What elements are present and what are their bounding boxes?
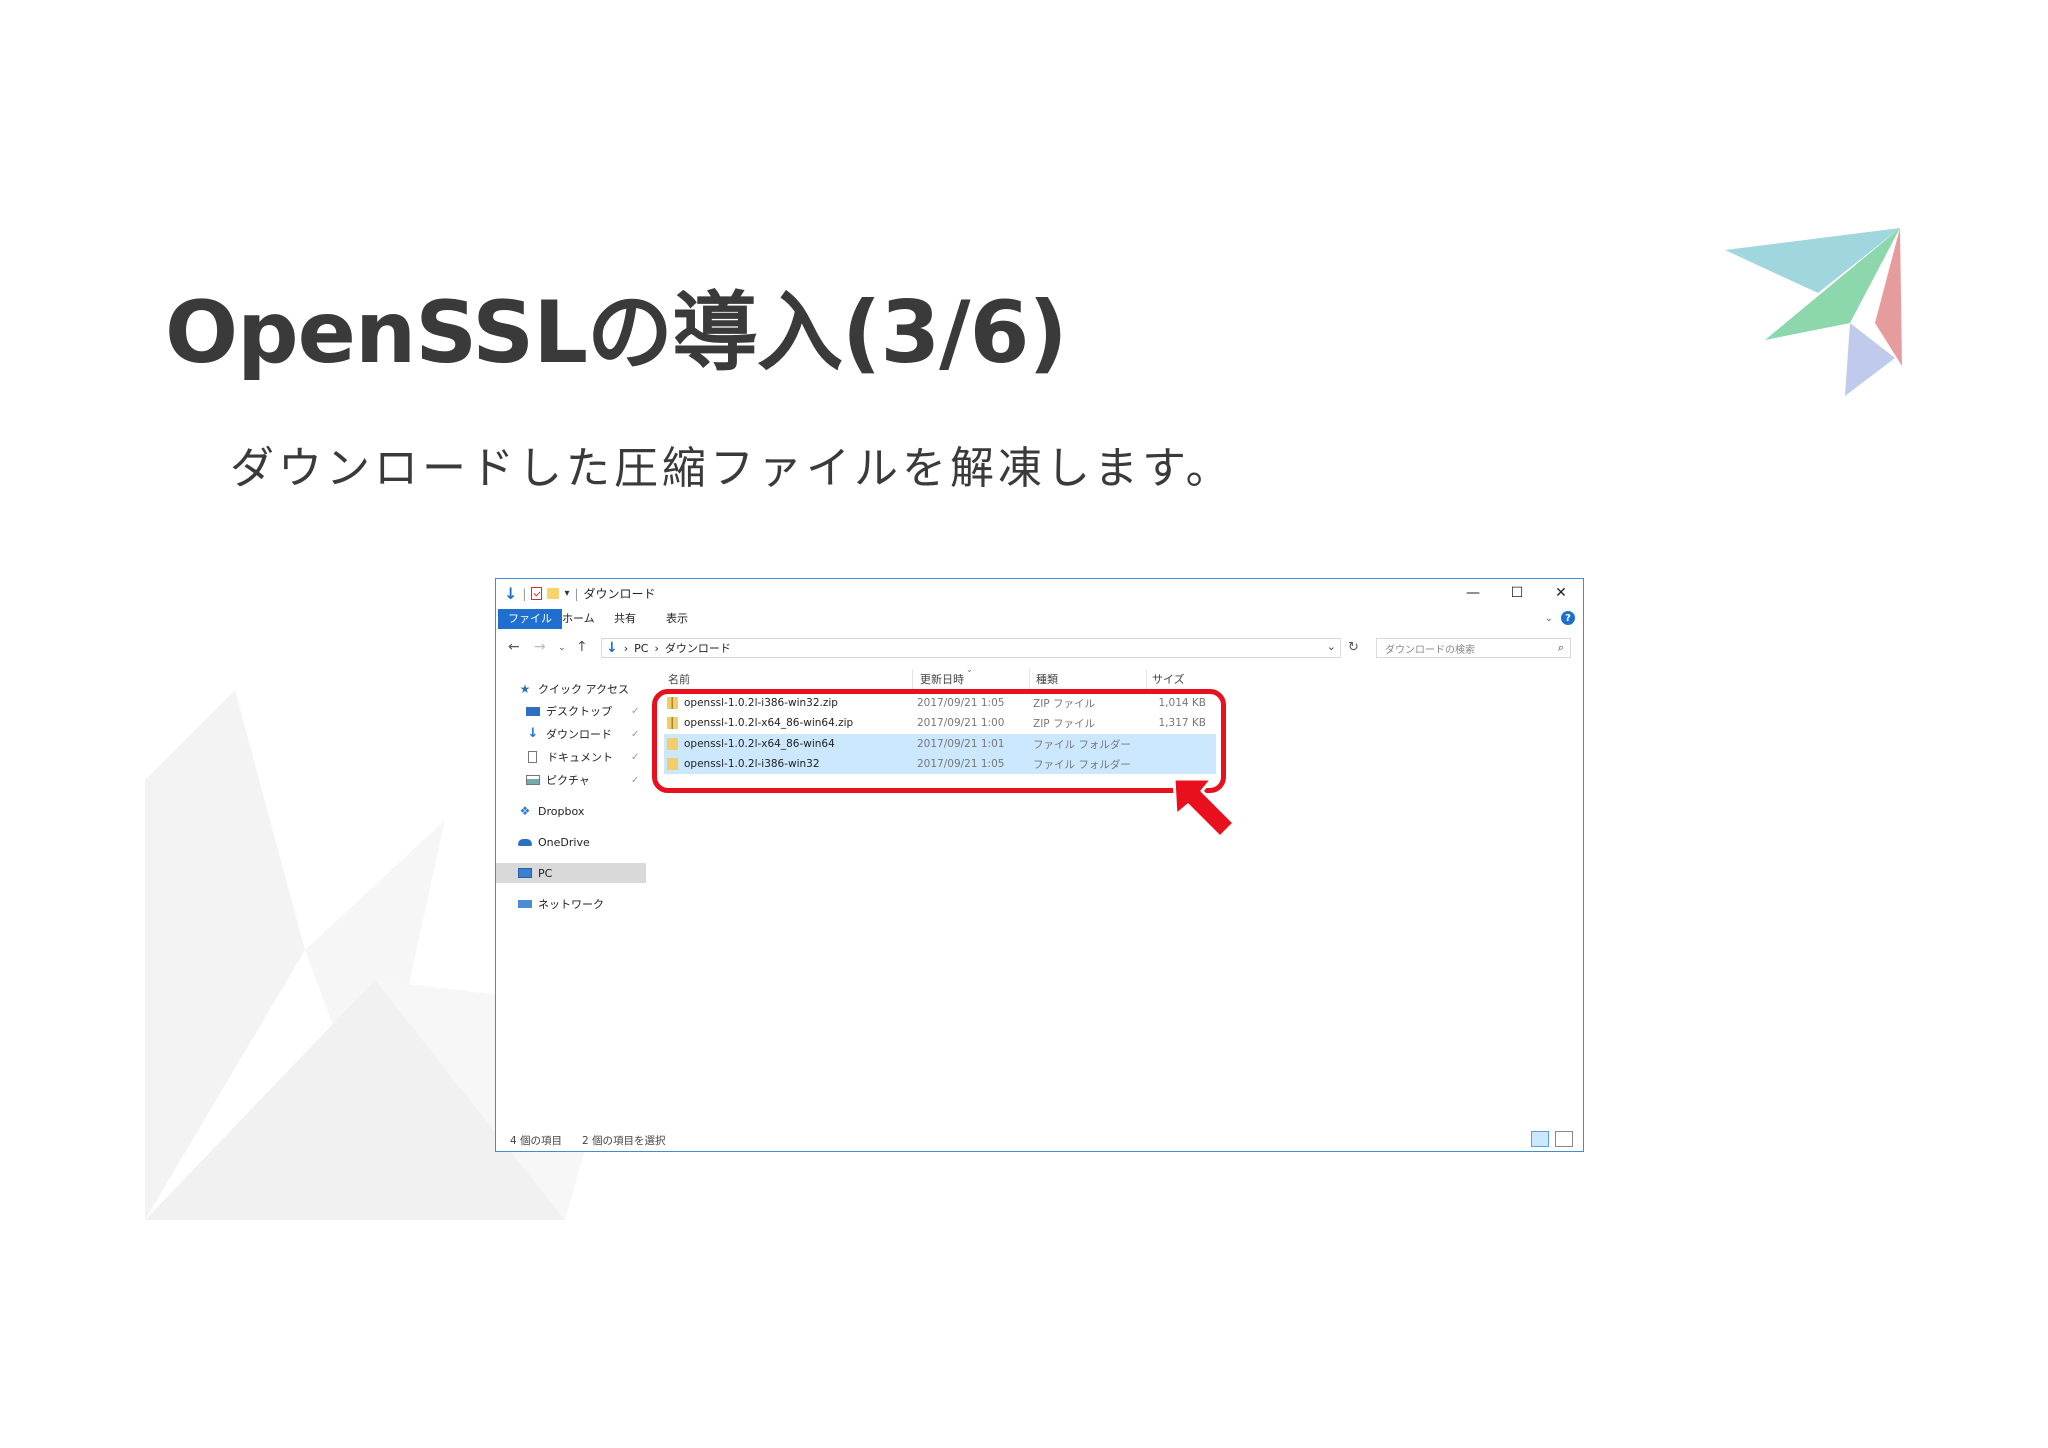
column-header-type[interactable]: 種類 [1036,671,1058,687]
refresh-icon[interactable]: ↻ [1348,640,1359,655]
dropbox-icon: ❖ [519,804,531,818]
forward-arrow-icon[interactable]: → [534,639,546,655]
download-icon: ↓ [527,726,539,741]
computer-icon [518,868,532,878]
tab-home[interactable]: ホーム [552,609,605,629]
slide-subtitle: ダウンロードした圧縮ファイルを解凍します。 [230,443,1234,494]
window-title: ダウンロード [583,587,656,601]
sidebar-item-pc[interactable]: PC [496,863,646,883]
selected-count: 2 個の項目を選択 [582,1135,666,1147]
star-icon: ★ [519,682,531,696]
details-view-icon[interactable] [1531,1131,1549,1147]
column-divider[interactable] [912,669,913,689]
column-divider[interactable] [1146,669,1147,689]
desktop-icon [526,706,540,716]
maximize-button[interactable]: ☐ [1495,579,1539,607]
red-pointer-arrow-icon [1172,777,1236,839]
toolbar-separator: | [574,586,579,601]
search-input[interactable]: ダウンロードの検索 ⌕ [1376,638,1571,658]
navigation-pane: ★ クイック アクセス デスクトップ ✓ ↓ ダウンロード ✓ ドキュメント ✓… [496,679,646,1121]
close-button[interactable]: ✕ [1539,579,1583,607]
back-arrow-icon[interactable]: ← [508,639,520,655]
address-history-dropdown-icon[interactable]: ⌄ [1327,640,1336,653]
file-explorer-window: ↓ | ▾ | ダウンロード — ☐ ✕ ファイル ホーム 共有 表示 ⌄ ? … [495,578,1584,1152]
red-highlight-box [652,689,1226,793]
properties-icon[interactable] [531,587,543,600]
pin-icon[interactable]: ✓ [631,775,639,786]
sidebar-item-downloads[interactable]: ↓ ダウンロード ✓ [496,724,646,744]
pictures-icon [526,775,540,785]
sidebar-item-label: ネットワーク [538,898,604,911]
sidebar-item-label: クイック アクセス [538,683,629,696]
title-bar: ↓ | ▾ | ダウンロード — ☐ ✕ [496,579,1583,607]
quick-access-toolbar: ↓ | ▾ | ダウンロード [504,585,656,602]
breadcrumb-separator: › [623,641,629,655]
sidebar-item-network[interactable]: ネットワーク [496,894,646,914]
pin-icon[interactable]: ✓ [631,752,639,763]
tab-view[interactable]: 表示 [656,609,698,629]
item-count: 4 個の項目 [510,1135,563,1147]
toolbar-separator: | [522,586,527,601]
breadcrumb-downloads[interactable]: ダウンロード [665,640,731,656]
sidebar-item-quick-access[interactable]: ★ クイック アクセス [496,679,646,699]
window-controls: — ☐ ✕ [1451,579,1583,607]
expand-ribbon-icon[interactable]: ⌄ [1545,613,1553,624]
recent-locations-dropdown-icon[interactable]: ⌄ [558,643,566,653]
sidebar-item-label: Dropbox [538,804,585,818]
downloads-location-icon: ↓ [606,640,618,656]
sidebar-item-label: ピクチャ [546,774,590,787]
sidebar-item-label: デスクトップ [546,705,612,718]
ribbon: ファイル ホーム 共有 表示 ⌄ ? [496,607,1583,631]
search-icon: ⌕ [1557,641,1564,654]
column-divider[interactable] [1029,669,1030,689]
status-bar: 4 個の項目 2 個の項目を選択 [496,1127,1583,1151]
slide-title: OpenSSLの導入(3/6) [165,283,1068,383]
search-placeholder: ダウンロードの検索 [1385,644,1475,656]
sidebar-item-label: OneDrive [538,835,590,849]
column-header-size[interactable]: サイズ [1152,671,1185,687]
breadcrumb-separator: › [654,641,659,655]
sidebar-item-pictures[interactable]: ピクチャ ✓ [496,770,646,790]
sidebar-item-label: ダウンロード [546,728,612,741]
pin-icon[interactable]: ✓ [631,706,639,717]
large-icons-view-icon[interactable] [1555,1131,1573,1147]
help-icon[interactable]: ? [1561,611,1575,625]
company-logo [1725,228,1902,396]
sidebar-item-onedrive[interactable]: OneDrive [496,832,646,852]
column-header-name[interactable]: 名前 [668,671,690,687]
ribbon-right-controls: ⌄ ? [1545,611,1575,625]
address-bar[interactable]: ↓ › PC › ダウンロード ⌄ [601,638,1341,658]
download-arrow-icon[interactable]: ↓ [504,585,517,601]
breadcrumb-pc[interactable]: PC [634,642,648,655]
new-folder-icon[interactable] [547,588,560,599]
minimize-button[interactable]: — [1451,579,1495,607]
network-icon [518,900,532,908]
sidebar-item-label: ドキュメント [547,751,613,764]
sort-indicator-icon: ⌄ [966,665,973,674]
sidebar-item-dropbox[interactable]: ❖ Dropbox [496,801,646,821]
navigation-bar: ← → ⌄ ↑ ↓ › PC › ダウンロード ⌄ ↻ ダウンロードの検索 ⌕ [496,637,1583,661]
sidebar-item-documents[interactable]: ドキュメント ✓ [496,747,646,767]
pin-icon[interactable]: ✓ [631,729,639,740]
sidebar-item-desktop[interactable]: デスクトップ ✓ [496,701,646,721]
document-icon [528,751,537,763]
up-arrow-icon[interactable]: ↑ [576,639,588,655]
customize-toolbar-dropdown-icon[interactable]: ▾ [564,588,569,599]
tab-share[interactable]: 共有 [604,609,646,629]
onedrive-cloud-icon [518,838,532,846]
sidebar-item-label: PC [538,866,553,880]
column-header-date[interactable]: 更新日時 [920,671,964,687]
